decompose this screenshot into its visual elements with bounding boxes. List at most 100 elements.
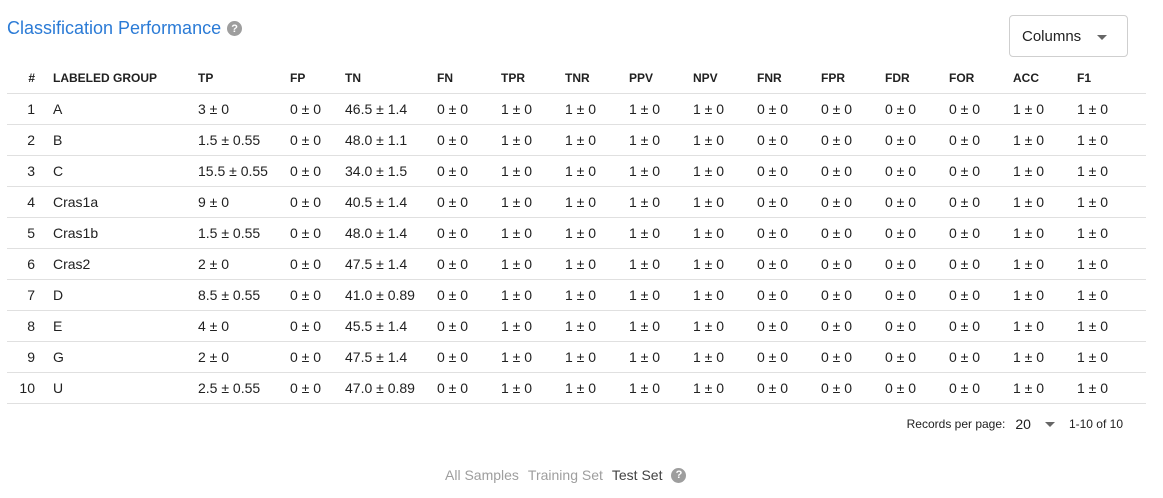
cell-tp: 3 ± 0 — [198, 93, 290, 125]
column-header-labeled-group[interactable]: LABELED GROUP — [53, 62, 198, 94]
cell-npv: 1 ± 0 — [693, 93, 757, 125]
cell-labeled-group: Cras2 — [53, 248, 198, 280]
column-header-tnr[interactable]: TNR — [565, 62, 629, 94]
cell-for: 0 ± 0 — [949, 248, 1013, 280]
cell-ppv: 1 ± 0 — [629, 310, 693, 342]
cell-fpr: 0 ± 0 — [821, 310, 885, 342]
cell-acc: 1 ± 0 — [1013, 155, 1077, 187]
tab-test-set[interactable]: Test Set — [612, 467, 663, 483]
cell-f1: 1 ± 0 — [1077, 341, 1146, 373]
cell-fnr: 0 ± 0 — [757, 310, 821, 342]
column-header-f1[interactable]: F1 — [1077, 62, 1146, 94]
tab-training-set[interactable]: Training Set — [528, 467, 603, 483]
column-header-npv[interactable]: NPV — [693, 62, 757, 94]
tab-all-samples[interactable]: All Samples — [445, 467, 519, 483]
cell-tn: 34.0 ± 1.5 — [345, 155, 437, 187]
pagination-footer: Records per page: 20 1-10 of 10 — [907, 416, 1123, 432]
cell-f1: 1 ± 0 — [1077, 372, 1146, 404]
cell-acc: 1 ± 0 — [1013, 93, 1077, 125]
cell-fp: 0 ± 0 — [290, 124, 345, 156]
table-row: 3 C 15.5 ± 0.55 0 ± 0 34.0 ± 1.5 0 ± 01 ± 01 … — [7, 155, 1146, 187]
cell-for: 0 ± 0 — [949, 93, 1013, 125]
column-header-fp[interactable]: FP — [290, 62, 345, 94]
cell-npv: 1 ± 0 — [693, 248, 757, 280]
cell-f1: 1 ± 0 — [1077, 248, 1146, 280]
cell-fpr: 0 ± 0 — [821, 217, 885, 249]
cell-fpr: 0 ± 0 — [821, 93, 885, 125]
cell-ppv: 1 ± 0 — [629, 186, 693, 218]
cell-fp: 0 ± 0 — [290, 217, 345, 249]
cell-npv: 1 ± 0 — [693, 279, 757, 311]
cell-tpr: 1 ± 0 — [501, 186, 565, 218]
cell-labeled-group: A — [53, 93, 198, 125]
cell-fp: 0 ± 0 — [290, 372, 345, 404]
cell-tpr: 1 ± 0 — [501, 155, 565, 187]
column-header-acc[interactable]: ACC — [1013, 62, 1077, 94]
table-row: 2 B 1.5 ± 0.55 0 ± 0 48.0 ± 1.1 0 ± 01 ± 01 ±… — [7, 124, 1146, 156]
cell-npv: 1 ± 0 — [693, 217, 757, 249]
cell-f1: 1 ± 0 — [1077, 93, 1146, 125]
cell-tp: 4 ± 0 — [198, 310, 290, 342]
cell-ppv: 1 ± 0 — [629, 93, 693, 125]
records-per-page-select[interactable]: 20 — [1015, 416, 1031, 432]
table-row: 1A3 ± 00 ± 0 46.5 ± 1.4 0 ± 01 ± 01 ± 01 ±… — [7, 93, 1146, 125]
cell-for: 0 ± 0 — [949, 279, 1013, 311]
column-header-tp[interactable]: TP — [198, 62, 290, 94]
column-header-fpr[interactable]: FPR — [821, 62, 885, 94]
cell-fnr: 0 ± 0 — [757, 248, 821, 280]
column-header-tpr[interactable]: TPR — [501, 62, 565, 94]
cell-tnr: 1 ± 0 — [565, 310, 629, 342]
table-body: 1A3 ± 00 ± 0 46.5 ± 1.4 0 ± 01 ± 01 ± 01 ±… — [7, 93, 1146, 404]
column-header-fdr[interactable]: FDR — [885, 62, 949, 94]
cell-acc: 1 ± 0 — [1013, 372, 1077, 404]
cell-labeled-group: Cras1b — [53, 217, 198, 249]
cell-fp: 0 ± 0 — [290, 186, 345, 218]
chevron-down-icon[interactable] — [1044, 421, 1055, 427]
cell-tp: 1.5 ± 0.55 — [198, 217, 290, 249]
cell-npv: 1 ± 0 — [693, 186, 757, 218]
column-header-fnr[interactable]: FNR — [757, 62, 821, 94]
cell-tp: 2.5 ± 0.55 — [198, 372, 290, 404]
cell-labeled-group: D — [53, 279, 198, 311]
cell-tp: 8.5 ± 0.55 — [198, 279, 290, 311]
cell-tn: 41.0 ± 0.89 — [345, 279, 437, 311]
cell-index: 6 — [7, 248, 53, 280]
pagination-range: 1-10 of 10 — [1068, 417, 1123, 431]
cell-npv: 1 ± 0 — [693, 124, 757, 156]
cell-tpr: 1 ± 0 — [501, 217, 565, 249]
cell-tp: 1.5 ± 0.55 — [198, 124, 290, 156]
cell-index: 3 — [7, 155, 53, 187]
cell-index: 8 — [7, 310, 53, 342]
cell-tp: 15.5 ± 0.55 — [198, 155, 290, 187]
column-header-ppv[interactable]: PPV — [629, 62, 693, 94]
cell-tnr: 1 ± 0 — [565, 93, 629, 125]
help-icon[interactable]: ? — [227, 21, 243, 36]
cell-index: 2 — [7, 124, 53, 156]
cell-index: 7 — [7, 279, 53, 311]
cell-for: 0 ± 0 — [949, 217, 1013, 249]
table-header-row: # LABELED GROUP TP FP TN FN TPR TNR PPV … — [7, 62, 1146, 94]
table-row: 8E4 ± 00 ± 0 45.5 ± 1.4 0 ± 01 ± 01 ± 01 ±… — [7, 310, 1146, 342]
cell-fn: 0 ± 0 — [437, 310, 501, 342]
cell-index: 1 — [7, 93, 53, 125]
cell-fpr: 0 ± 0 — [821, 155, 885, 187]
cell-ppv: 1 ± 0 — [629, 341, 693, 373]
cell-fdr: 0 ± 0 — [885, 279, 949, 311]
records-per-page-label: Records per page: — [906, 417, 1006, 431]
cell-fnr: 0 ± 0 — [757, 217, 821, 249]
column-header-fn[interactable]: FN — [437, 62, 501, 94]
cell-tnr: 1 ± 0 — [565, 186, 629, 218]
help-icon[interactable]: ? — [671, 467, 687, 483]
cell-tp: 2 ± 0 — [198, 248, 290, 280]
cell-fdr: 0 ± 0 — [885, 93, 949, 125]
columns-dropdown-button[interactable]: Columns — [1009, 15, 1128, 57]
cell-fn: 0 ± 0 — [437, 186, 501, 218]
cell-fnr: 0 ± 0 — [757, 124, 821, 156]
cell-fpr: 0 ± 0 — [821, 248, 885, 280]
cell-fp: 0 ± 0 — [290, 155, 345, 187]
column-header-for[interactable]: FOR — [949, 62, 1013, 94]
cell-fp: 0 ± 0 — [290, 279, 345, 311]
cell-labeled-group: C — [53, 155, 198, 187]
column-header-tn[interactable]: TN — [345, 62, 437, 94]
column-header-index[interactable]: # — [7, 62, 53, 94]
